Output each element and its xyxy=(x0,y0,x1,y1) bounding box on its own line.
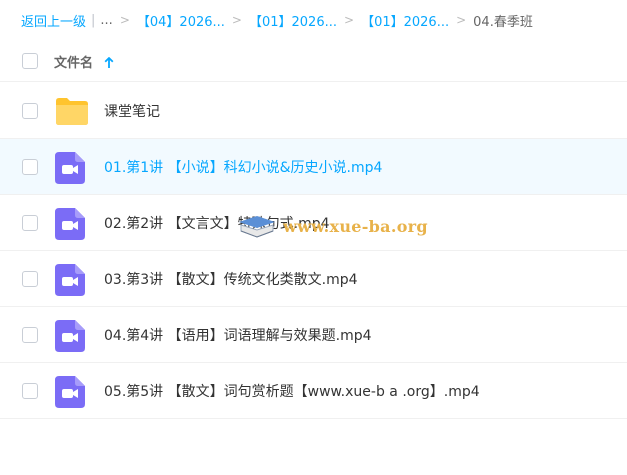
file-name[interactable]: 04.第4讲 【语用】词语理解与效果题.mp4 xyxy=(104,325,372,345)
back-link[interactable]: 返回上一级 xyxy=(21,11,86,30)
breadcrumb-divider: | xyxy=(91,12,96,28)
file-row[interactable] xyxy=(0,419,627,475)
video-file-icon xyxy=(55,152,85,188)
video-file-icon xyxy=(55,208,85,244)
folder-icon xyxy=(55,96,89,130)
breadcrumb: 返回上一级 | ... > 【04】2026... > 【01】2026... … xyxy=(0,0,627,40)
video-file-icon xyxy=(55,376,85,412)
file-row[interactable]: 01.第1讲 【小说】科幻小说&历史小说.mp4 xyxy=(0,139,627,195)
video-file-icon xyxy=(55,264,85,300)
file-row[interactable]: 04.第4讲 【语用】词语理解与效果题.mp4 xyxy=(0,307,627,363)
file-row[interactable]: 05.第5讲 【散文】词句赏析题【www.xue-b a .org】.mp4 xyxy=(0,363,627,419)
file-name[interactable]: 05.第5讲 【散文】词句赏析题【www.xue-b a .org】.mp4 xyxy=(104,381,480,401)
file-row[interactable]: 02.第2讲 【文言文】特殊句式.mp4 xyxy=(0,195,627,251)
breadcrumb-separator: > xyxy=(456,13,467,27)
breadcrumb-ellipsis[interactable]: ... xyxy=(100,13,112,28)
row-checkbox[interactable] xyxy=(22,215,38,231)
file-name[interactable]: 课堂笔记 xyxy=(104,101,160,121)
file-name[interactable]: 03.第3讲 【散文】传统文化类散文.mp4 xyxy=(104,269,358,289)
breadcrumb-current: 04.春季班 xyxy=(473,14,533,30)
row-checkbox[interactable] xyxy=(22,327,38,343)
video-file-icon xyxy=(55,320,85,356)
sort-ascending-icon[interactable] xyxy=(104,54,114,73)
breadcrumb-item[interactable]: 【01】2026... xyxy=(249,11,337,30)
breadcrumb-item[interactable]: 【01】2026... xyxy=(361,11,449,30)
row-checkbox[interactable] xyxy=(22,383,38,399)
file-row[interactable]: 课堂笔记 xyxy=(0,83,627,139)
breadcrumb-separator: > xyxy=(231,13,242,27)
file-row[interactable]: 03.第3讲 【散文】传统文化类散文.mp4 xyxy=(0,251,627,307)
filename-column-header[interactable]: 文件名 xyxy=(54,52,93,71)
row-checkbox[interactable] xyxy=(22,271,38,287)
breadcrumb-separator: > xyxy=(119,13,130,27)
file-name[interactable]: 02.第2讲 【文言文】特殊句式.mp4 xyxy=(104,213,330,233)
select-all-checkbox[interactable] xyxy=(22,53,38,69)
row-checkbox[interactable] xyxy=(22,103,38,119)
row-checkbox[interactable] xyxy=(22,159,38,175)
file-name[interactable]: 01.第1讲 【小说】科幻小说&历史小说.mp4 xyxy=(104,157,382,177)
breadcrumb-item[interactable]: 【04】2026... xyxy=(137,11,225,30)
breadcrumb-separator: > xyxy=(344,13,355,27)
file-list-header: 文件名 xyxy=(0,40,627,82)
